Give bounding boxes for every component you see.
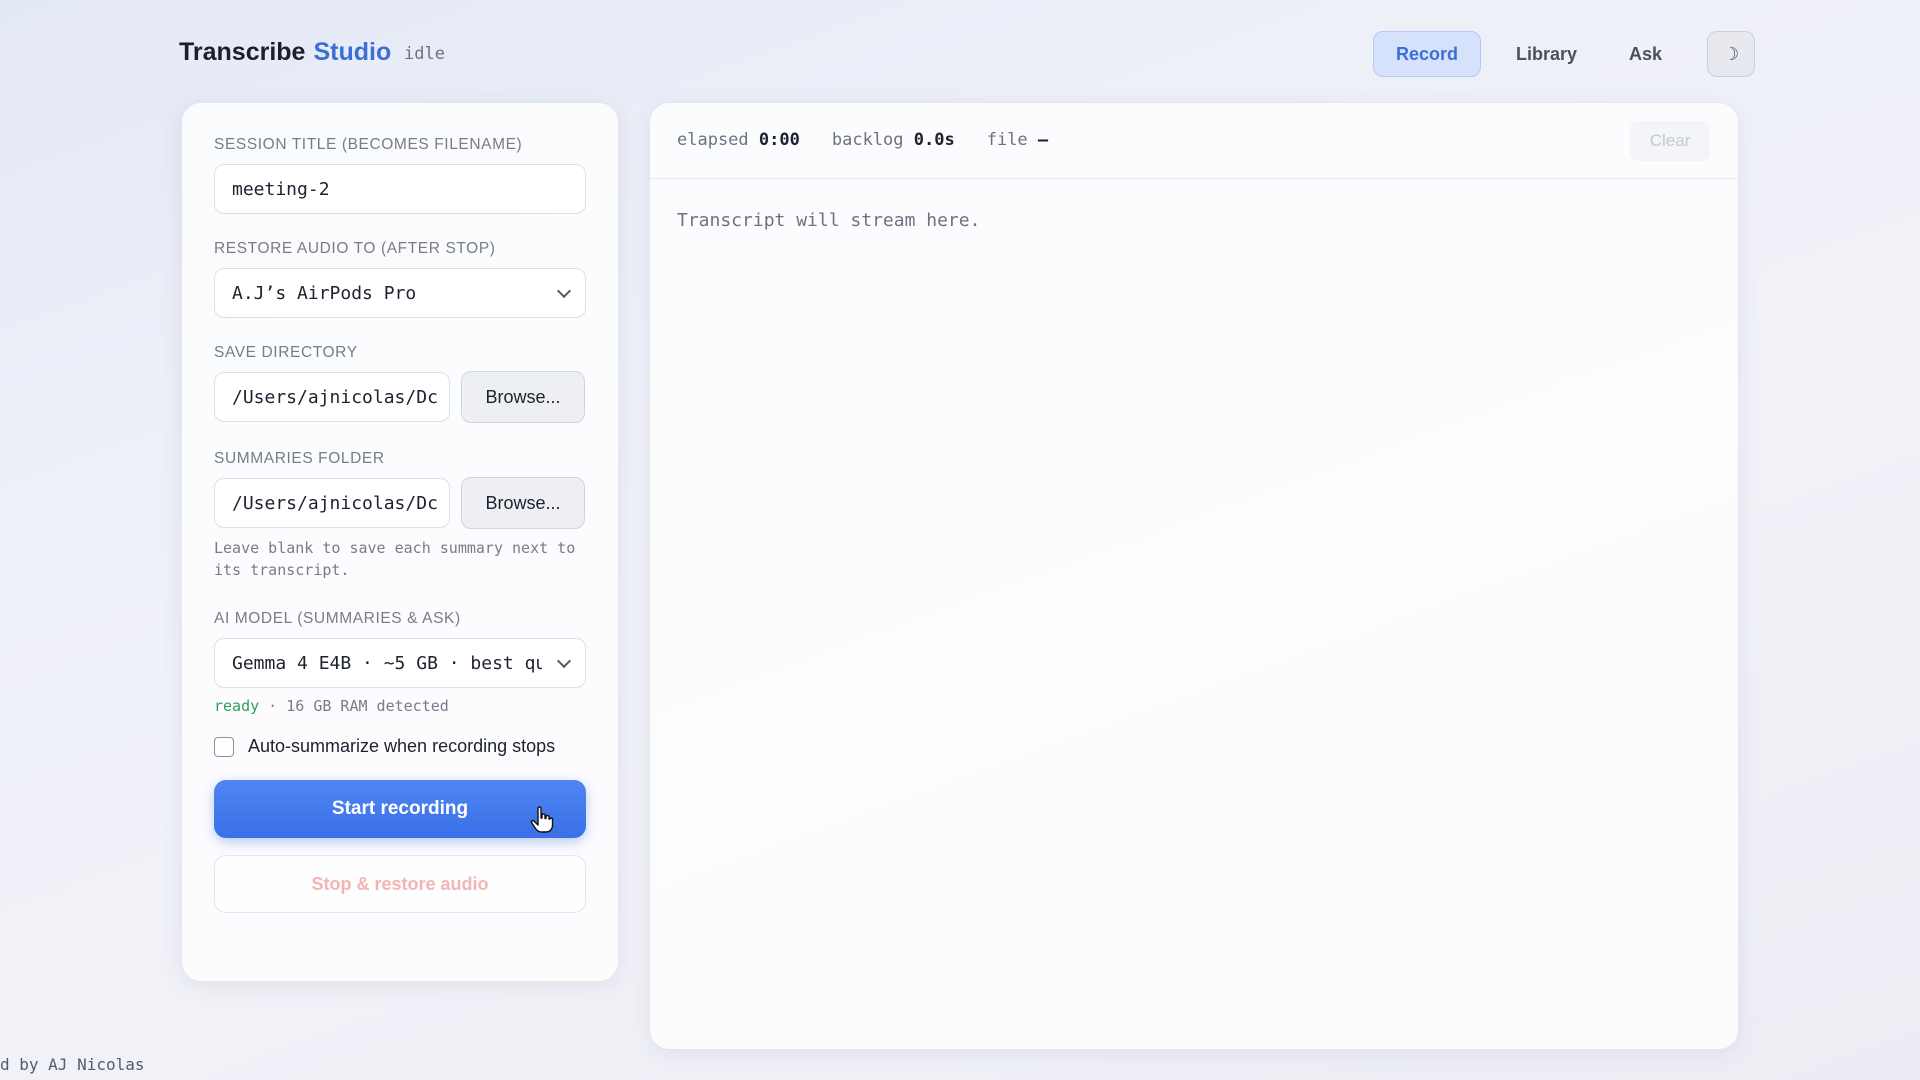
chevron-down-icon <box>556 283 572 299</box>
auto-summarize-label[interactable]: Auto-summarize when recording stops <box>248 736 555 757</box>
app-title-main: Transcribe <box>179 38 306 66</box>
session-title-input[interactable]: meeting-2 <box>214 164 586 214</box>
tab-record[interactable]: Record <box>1373 31 1481 77</box>
file-stat: file – <box>987 130 1048 150</box>
transcript-placeholder: Transcript will stream here. <box>677 210 981 231</box>
file-label: file <box>986 130 1028 150</box>
elapsed-value: 0:00 <box>758 130 800 150</box>
summaries-folder-browse-button[interactable]: Browse... <box>461 477 585 529</box>
restore-audio-value: A.J’s AirPods Pro <box>232 282 417 304</box>
app-title-accent: Studio <box>313 38 392 66</box>
auto-summarize-row: Auto-summarize when recording stops <box>214 736 555 757</box>
tab-ask[interactable]: Ask <box>1606 31 1685 77</box>
auto-summarize-checkbox[interactable] <box>214 736 234 757</box>
tab-library[interactable]: Library <box>1493 31 1600 77</box>
save-directory-browse-button[interactable]: Browse... <box>461 371 585 423</box>
stop-restore-audio-button: Stop & restore audio <box>214 855 586 913</box>
backlog-stat: backlog 0.0s <box>832 130 955 150</box>
hand-pointer-icon <box>530 806 554 833</box>
model-ready-badge: ready <box>214 697 260 715</box>
save-directory-input[interactable]: /Users/ajnicolas/Dc <box>214 372 450 422</box>
elapsed-stat: elapsed 0:00 <box>677 130 800 150</box>
summaries-folder-label: Summaries folder <box>214 450 385 467</box>
summaries-folder-input[interactable]: /Users/ajnicolas/Dc <box>214 478 450 528</box>
app-title: Transcribe Studio <box>179 38 391 67</box>
moon-icon: ☽ <box>1722 43 1740 64</box>
top-nav: Record Library Ask ☽ <box>1373 31 1756 77</box>
transcript-stats: elapsed 0:00 backlog 0.0s file – <box>677 130 1080 150</box>
session-title-label: Session title (becomes filename) <box>214 136 523 153</box>
footer-credit: d by AJ Nicolas <box>0 1055 145 1074</box>
transcript-divider <box>650 178 1738 179</box>
ai-model-label: AI model (summaries & ask) <box>214 610 461 627</box>
clear-transcript-button: Clear <box>1630 121 1710 161</box>
session-settings-panel: Session title (becomes filename) meeting… <box>181 102 619 982</box>
restore-audio-label: Restore audio to (after stop) <box>214 240 496 257</box>
backlog-label: backlog <box>831 130 904 150</box>
save-directory-label: Save directory <box>214 344 358 361</box>
restore-audio-select[interactable]: A.J’s AirPods Pro <box>214 268 586 318</box>
model-ram-info: · 16 GB RAM detected <box>259 697 449 715</box>
transcript-panel: elapsed 0:00 backlog 0.0s file – Clear T… <box>649 102 1739 1050</box>
recording-status: idle <box>404 44 445 64</box>
backlog-value: 0.0s <box>913 130 955 150</box>
model-status: ready · 16 GB RAM detected <box>214 697 449 715</box>
summaries-folder-hint: Leave blank to save each summary next to… <box>214 539 576 579</box>
chevron-down-icon <box>556 653 572 669</box>
ai-model-value: Gemma 4 E4B · ~5 GB · best qu <box>232 652 542 674</box>
ai-model-select[interactable]: Gemma 4 E4B · ~5 GB · best qu <box>214 638 586 688</box>
file-value: – <box>1037 130 1049 150</box>
elapsed-label: elapsed <box>677 130 749 150</box>
theme-toggle-button[interactable]: ☽ <box>1707 31 1756 77</box>
